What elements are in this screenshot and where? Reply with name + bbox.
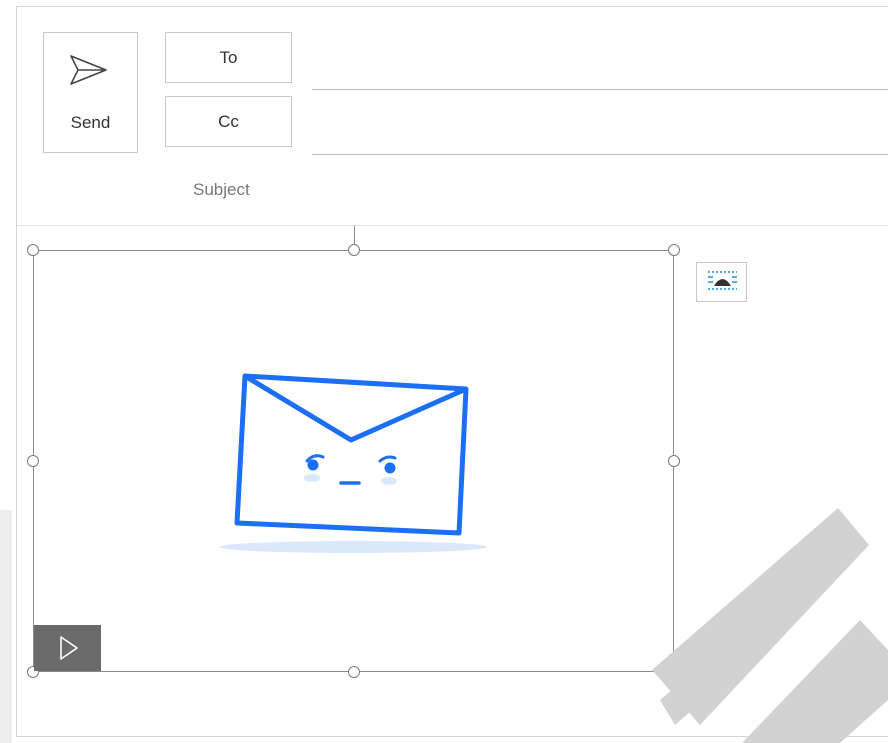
resize-handle-right[interactable] bbox=[668, 455, 680, 467]
layout-options-icon bbox=[708, 271, 737, 290]
send-arrow-icon bbox=[70, 55, 107, 85]
resize-handle-top[interactable] bbox=[348, 244, 360, 256]
play-icon bbox=[60, 636, 78, 660]
cc-field[interactable] bbox=[312, 154, 888, 155]
to-button[interactable]: To bbox=[165, 32, 292, 83]
layout-options-button[interactable] bbox=[696, 262, 747, 302]
send-button[interactable]: Send bbox=[43, 32, 138, 153]
resize-handle-top-left[interactable] bbox=[27, 244, 39, 256]
left-shade bbox=[0, 510, 12, 743]
inserted-image[interactable] bbox=[33, 250, 674, 672]
cc-button[interactable]: Cc bbox=[165, 96, 292, 147]
resize-handle-bottom[interactable] bbox=[348, 666, 360, 678]
play-button[interactable] bbox=[34, 625, 101, 671]
to-field[interactable] bbox=[312, 89, 888, 90]
header-divider bbox=[17, 225, 888, 226]
send-label: Send bbox=[70, 113, 111, 132]
resize-handle-bottom-right[interactable] bbox=[668, 666, 680, 678]
subject-field[interactable]: Subject bbox=[193, 180, 250, 200]
resize-handle-left[interactable] bbox=[27, 455, 39, 467]
resize-handle-top-right[interactable] bbox=[668, 244, 680, 256]
envelope-illustration bbox=[219, 373, 487, 553]
